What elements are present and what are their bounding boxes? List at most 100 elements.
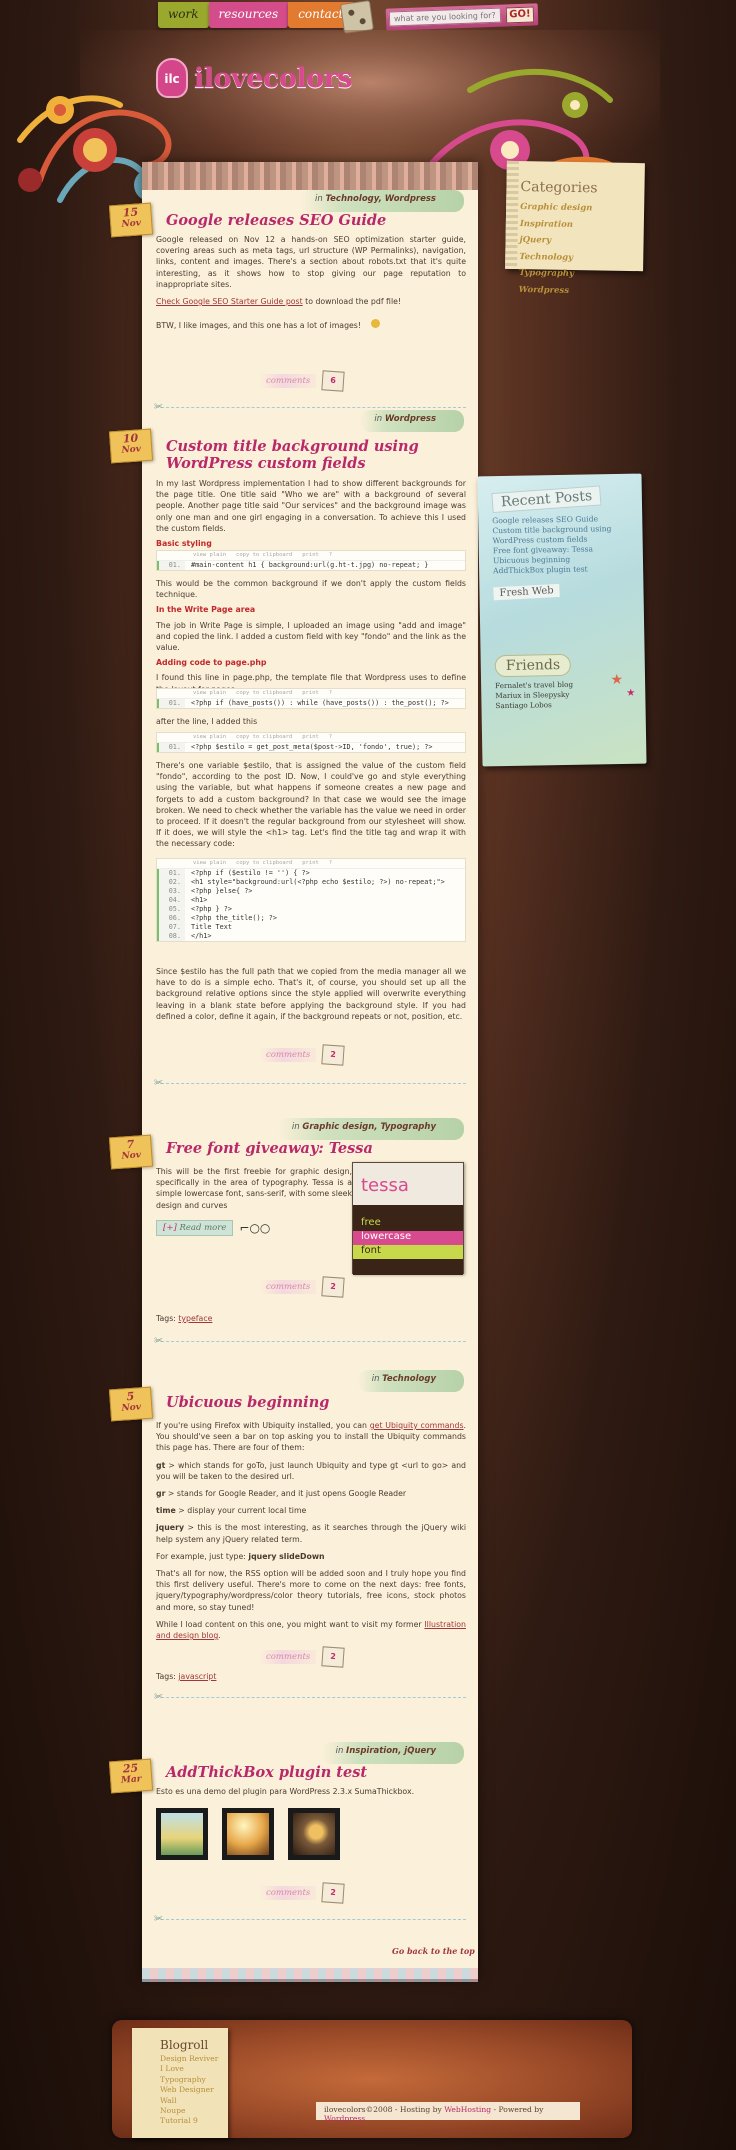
post-title[interactable]: Google releases SEO Guide	[166, 212, 456, 229]
comments-link[interactable]: comments 2	[260, 1044, 356, 1066]
scissors-icon: ✂	[154, 1334, 164, 1347]
paragraph: This would be the common background if w…	[156, 579, 466, 600]
post-title[interactable]: Custom title background using WordPress …	[166, 438, 426, 472]
tessa-font-preview[interactable]: tessa free lowercase font	[352, 1162, 464, 1275]
paragraph-text: While I load content on this one, you mi…	[156, 1619, 422, 1629]
code-line: 01. <?php $estilo = get_post_meta($post->…	[157, 743, 465, 752]
categories-prefix: in	[371, 1374, 380, 1384]
code-line: 05. <?php } ?>	[157, 905, 465, 914]
code-text: <?php if ($estilo != '') { ?>	[191, 869, 310, 877]
thumbnail-image[interactable]	[156, 1808, 208, 1860]
command-time: time > display your current local time	[156, 1505, 466, 1516]
read-more-icon: [+]	[163, 1223, 177, 1233]
paragraph: If you're using Firefox with Ubiquity in…	[156, 1420, 466, 1454]
thumbnail-image[interactable]	[222, 1808, 274, 1860]
tessa-line-free: free	[361, 1217, 381, 1228]
post-title[interactable]: AddThickBox plugin test	[166, 1764, 416, 1781]
ubiquity-link[interactable]: get Ubiquity commands	[370, 1421, 464, 1430]
wordpress-link[interactable]: Wordpress	[324, 2114, 365, 2123]
comments-link[interactable]: comments 6	[260, 370, 356, 392]
command-key: gt	[156, 1460, 166, 1470]
blogroll-link[interactable]: I Love Typography	[160, 2064, 228, 2085]
categories-links[interactable]: Wordpress	[385, 414, 436, 424]
thumbnail-image[interactable]	[288, 1808, 340, 1860]
blogroll-link[interactable]: Design Reviver	[160, 2054, 228, 2064]
search-bar: GO!	[385, 3, 539, 31]
paragraph: There's one variable $estilo, that is as…	[156, 761, 466, 849]
friend-link[interactable]: Santiago Lobos	[495, 699, 635, 711]
command-key: time	[156, 1506, 176, 1516]
comments-count: 2	[321, 1882, 345, 1904]
tag-link[interactable]: typeface	[178, 1314, 212, 1323]
read-more-button[interactable]: [+] Read more	[156, 1220, 234, 1236]
post-body: If you're using Firefox with Ubiquity in…	[156, 1420, 466, 1645]
category-link[interactable]: Wordpress	[519, 282, 643, 301]
command-jquery: jquery > this is the most interesting, a…	[156, 1522, 466, 1544]
comments-link[interactable]: comments 2	[260, 1882, 356, 1904]
command-desc: > this is the most interesting, as it se…	[156, 1523, 467, 1544]
category-link[interactable]: Graphic design	[520, 199, 644, 218]
glasses-icon: ⌐○○	[239, 1221, 271, 1235]
comments-label: comments	[260, 374, 317, 388]
code-line: 07. Title Text	[157, 923, 465, 932]
recent-post-link[interactable]: AddThickBox plugin test	[493, 564, 633, 576]
post-categories: in Technology, Wordpress	[301, 190, 464, 212]
categories-title: Categories	[520, 179, 598, 197]
categories-links[interactable]: Graphic design, Typography	[302, 1122, 436, 1132]
date-month: Nov	[121, 1402, 142, 1414]
site-logo[interactable]: ilc ilovecolors	[156, 58, 353, 98]
recent-post-link[interactable]: Custom title background using WordPress …	[492, 524, 632, 546]
recent-posts-title: Recent Posts	[491, 485, 602, 514]
logo-badge: ilc	[156, 58, 188, 98]
code-text: <?php } ?>	[191, 905, 232, 913]
code-block: view plain copy to clipboard print ? 01.…	[156, 732, 466, 753]
comments-label: comments	[260, 1280, 317, 1294]
comments-link[interactable]: comments 2	[260, 1646, 356, 1668]
paragraph: While I load content on this one, you mi…	[156, 1619, 466, 1641]
date-month: Nov	[121, 444, 142, 456]
nav-tab-work[interactable]: work	[158, 2, 209, 28]
categories-prefix: in	[315, 194, 323, 204]
seo-guide-link[interactable]: Check Google SEO Starter Guide post	[156, 297, 303, 306]
post-body: This would be the common background if w…	[156, 578, 466, 699]
comments-count: 2	[321, 1646, 345, 1668]
paragraph: That's all for now, the RSS option will …	[156, 1569, 466, 1612]
categories-links[interactable]: Technology	[382, 1374, 436, 1384]
nav-tab-resources[interactable]: resources	[208, 2, 289, 28]
comments-label: comments	[260, 1886, 317, 1900]
date-month: Nov	[121, 1150, 142, 1162]
categories-links[interactable]: Technology, Wordpress	[325, 194, 436, 204]
search-input[interactable]	[388, 7, 502, 27]
post-title[interactable]: Free font giveaway: Tessa	[166, 1140, 416, 1157]
category-link[interactable]: Typography	[519, 265, 643, 284]
paragraph: Check Google SEO Starter Guide post to d…	[156, 296, 466, 307]
post-separator	[156, 1074, 466, 1084]
post-title[interactable]: Ubicuous beginning	[166, 1394, 416, 1411]
blogroll-link[interactable]: Web Designer Wall	[160, 2085, 228, 2106]
post-tags: Tags: typeface	[156, 1314, 212, 1323]
date-month: Nov	[121, 218, 142, 230]
blogroll-widget: Blogroll Design Reviver I Love Typograph…	[132, 2028, 228, 2138]
category-link[interactable]: jQuery	[519, 232, 643, 251]
categories-prefix: in	[335, 1746, 344, 1756]
command-gr: gr > stands for Google Reader, and it ju…	[156, 1488, 466, 1499]
code-text: <h1 style="background:url(<?php echo $es…	[191, 878, 445, 886]
tags-label: Tags:	[156, 1314, 176, 1323]
date-tag: 10 Nov	[108, 428, 154, 464]
recent-posts-widget: Recent Posts Google releases SEO Guide C…	[477, 473, 647, 767]
categories-links[interactable]: Inspiration, jQuery	[346, 1746, 436, 1756]
paragraph-text: If you're using Firefox with Ubiquity in…	[156, 1421, 367, 1430]
code-block: view plain copy to clipboard print ? 01.…	[156, 550, 466, 571]
tag-link[interactable]: javascript	[178, 1672, 216, 1681]
star-icon: ★	[610, 671, 624, 689]
code-block: view plain copy to clipboard print ? 01.…	[156, 688, 466, 709]
search-go-button[interactable]: GO!	[505, 6, 535, 24]
post-separator	[156, 1910, 466, 1920]
command-gt: gt > which stands for goTo, just launch …	[156, 1460, 466, 1482]
go-to-top-link[interactable]: Go back to the top	[392, 1946, 475, 1956]
blogroll-link[interactable]: Noupe	[160, 2106, 228, 2116]
blogroll-link[interactable]: Tutorial 9	[160, 2116, 228, 2126]
paragraph: For example, just type: jquery slideDown	[156, 1551, 466, 1562]
hosting-link[interactable]: WebHosting	[444, 2105, 491, 2114]
comments-link[interactable]: comments 2	[260, 1276, 356, 1298]
